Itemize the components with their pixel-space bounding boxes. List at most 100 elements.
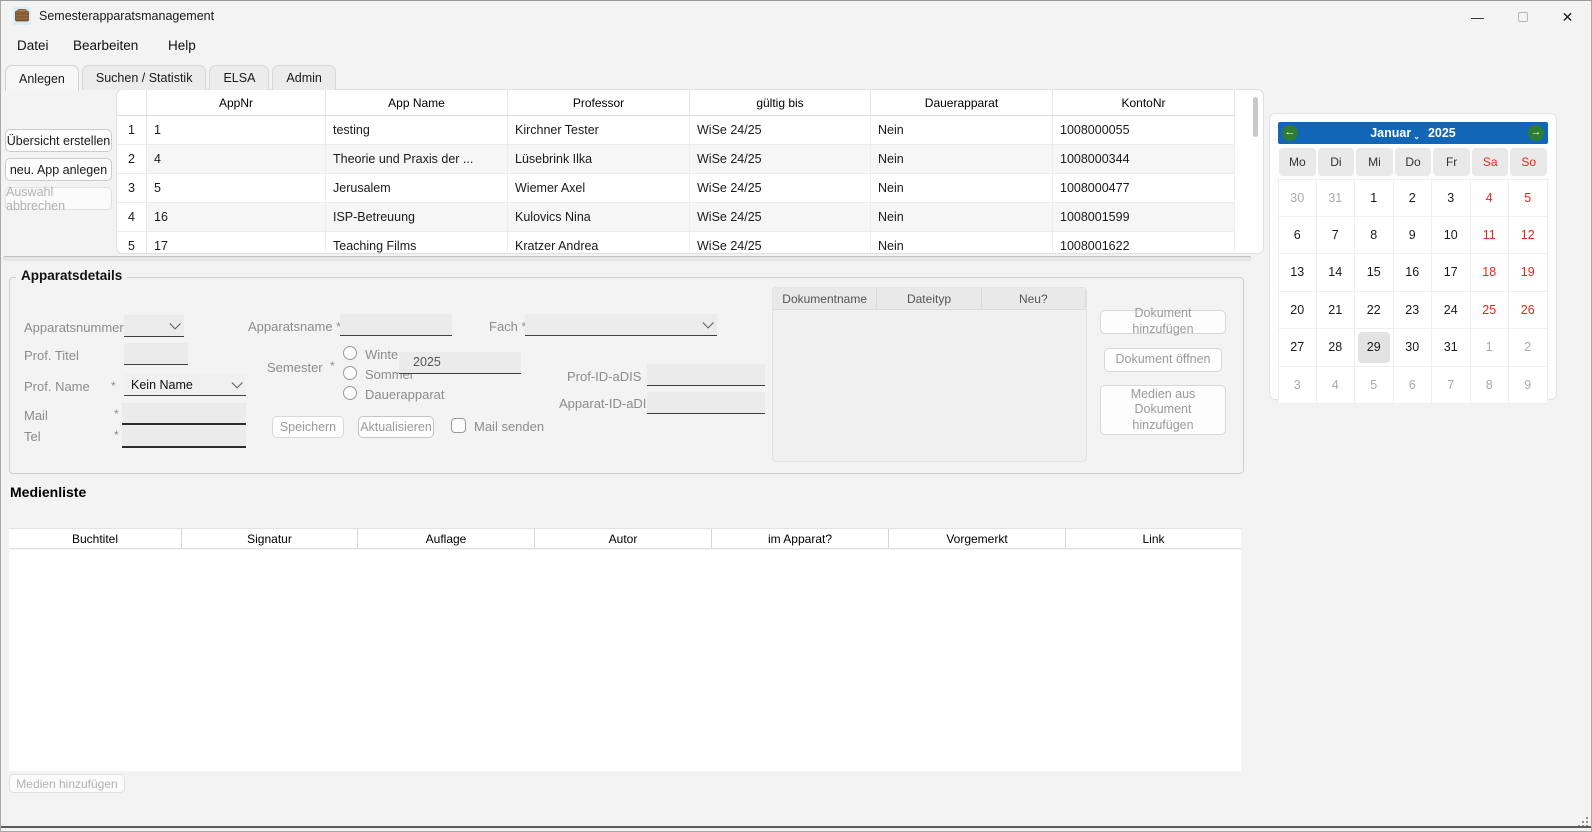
dokument-oeffnen-button[interactable]: Dokument öffnen	[1104, 348, 1222, 372]
prof-titel-input[interactable]	[124, 343, 188, 365]
medien-column-im-apparat?[interactable]: im Apparat?	[712, 529, 889, 548]
semester-year-input[interactable]: 2025	[399, 352, 521, 374]
calendar-next-icon[interactable]: →	[1528, 125, 1544, 141]
column-header-kontonr[interactable]: KontoNr	[1053, 90, 1235, 116]
calendar-day[interactable]: 31	[1317, 179, 1356, 217]
close-button[interactable]: ✕	[1545, 2, 1590, 32]
calendar-day[interactable]: 1	[1355, 179, 1394, 217]
winter-radio[interactable]	[343, 346, 357, 360]
column-header-g-ltig-bis[interactable]: gültig bis	[690, 90, 871, 116]
table-row[interactable]: 517Teaching FilmsKratzer AndreaWiSe 24/2…	[117, 232, 1263, 254]
maximize-button[interactable]	[1500, 2, 1545, 32]
calendar-day[interactable]: 11	[1471, 217, 1510, 255]
calendar-day[interactable]: 30	[1394, 329, 1433, 367]
calendar-month-year[interactable]: Januar⌄ 2025	[1370, 126, 1456, 140]
calendar-day[interactable]: 3	[1432, 179, 1471, 217]
calendar-day[interactable]: 16	[1394, 254, 1433, 292]
calendar-day[interactable]: 28	[1317, 329, 1356, 367]
calendar-day[interactable]: 15	[1355, 254, 1394, 292]
day-number: 22	[1367, 303, 1381, 317]
mail-input[interactable]	[122, 403, 246, 425]
column-header-professor[interactable]: Professor	[508, 90, 690, 116]
medien-hinzufuegen-button[interactable]: Medien hinzufügen	[9, 774, 125, 793]
calendar-day[interactable]: 9	[1394, 217, 1433, 255]
calendar-day[interactable]: 1	[1471, 329, 1510, 367]
table-row[interactable]: 24Theorie und Praxis der ...Lüsebrink Il…	[117, 145, 1263, 174]
sommer-radio[interactable]	[343, 366, 357, 380]
medien-column-buchtitel[interactable]: Buchtitel	[9, 529, 182, 548]
calendar-day[interactable]: 23	[1394, 292, 1433, 330]
menu-item-bearbeiten[interactable]: Bearbeiten	[73, 38, 138, 53]
medien-column-auflage[interactable]: Auflage	[358, 529, 535, 548]
medien-aus-dokument-button[interactable]: Medien aus Dokument hinzufügen	[1100, 385, 1226, 435]
scrollbar-thumb[interactable]	[1253, 97, 1258, 137]
menu-item-help[interactable]: Help	[168, 38, 196, 53]
aktualisieren-button[interactable]: Aktualisieren	[358, 416, 434, 438]
menu-item-datei[interactable]: Datei	[17, 38, 49, 53]
column-header-dauerapparat[interactable]: Dauerapparat	[871, 90, 1053, 116]
medien-column-autor[interactable]: Autor	[535, 529, 712, 548]
calendar-day[interactable]: 2	[1394, 179, 1433, 217]
calendar-day[interactable]: 4	[1317, 367, 1356, 405]
calendar-day[interactable]: 9	[1509, 367, 1548, 405]
calendar-day[interactable]: 17	[1432, 254, 1471, 292]
tab-admin[interactable]: Admin	[272, 65, 335, 90]
calendar-day[interactable]: 4	[1471, 179, 1510, 217]
tab-elsa[interactable]: ELSA	[209, 65, 269, 90]
calendar-day[interactable]: 25	[1471, 292, 1510, 330]
tab-anlegen[interactable]: Anlegen	[5, 65, 79, 91]
calendar-day[interactable]: 8	[1471, 367, 1510, 405]
calendar-day[interactable]: 5	[1509, 179, 1548, 217]
calendar-day[interactable]: 26	[1509, 292, 1548, 330]
sidebar-button-übersicht-erstellen[interactable]: Übersicht erstellen	[5, 129, 112, 152]
dauerapparat-radio[interactable]	[343, 386, 357, 400]
table-row[interactable]: 11testingKirchner TesterWiSe 24/25Nein10…	[117, 116, 1263, 145]
minimize-button[interactable]: —	[1455, 2, 1500, 32]
prof-id-adis-input[interactable]	[647, 364, 765, 386]
tab-suchen-statistik[interactable]: Suchen / Statistik	[82, 65, 207, 90]
horizontal-scrollbar[interactable]	[3, 256, 1251, 261]
calendar-day[interactable]: 5	[1355, 367, 1394, 405]
medien-column-link[interactable]: Link	[1066, 529, 1241, 548]
calendar-day[interactable]: 22	[1355, 292, 1394, 330]
calendar-day[interactable]: 27	[1278, 329, 1317, 367]
column-header-app-name[interactable]: App Name	[326, 90, 508, 116]
calendar-day[interactable]: 6	[1394, 367, 1433, 405]
tel-input[interactable]	[122, 426, 246, 448]
calendar-day[interactable]: 12	[1509, 217, 1548, 255]
calendar-day[interactable]: 8	[1355, 217, 1394, 255]
sidebar-button-neu-app-anlegen[interactable]: neu. App anlegen	[5, 158, 112, 181]
calendar-day[interactable]: 20	[1278, 292, 1317, 330]
apparat-id-adis-input[interactable]	[647, 392, 765, 414]
medien-column-signatur[interactable]: Signatur	[182, 529, 358, 548]
sidebar-button-auswahl-abbrechen[interactable]: Auswahl abbrechen	[5, 187, 112, 210]
table-row[interactable]: 416ISP-BetreuungKulovics NinaWiSe 24/25N…	[117, 203, 1263, 232]
calendar-day[interactable]: 13	[1278, 254, 1317, 292]
dokument-hinzufuegen-button[interactable]: Dokument hinzufügen	[1100, 310, 1226, 334]
calendar-day[interactable]: 31	[1432, 329, 1471, 367]
calendar-day[interactable]: 24	[1432, 292, 1471, 330]
calendar-day[interactable]: 7	[1432, 367, 1471, 405]
apparatsnummer-combobox[interactable]	[124, 315, 184, 337]
calendar-day[interactable]: 10	[1432, 217, 1471, 255]
calendar-day[interactable]: 21	[1317, 292, 1356, 330]
calendar-day[interactable]: 3	[1278, 367, 1317, 405]
calendar-day[interactable]: 19	[1509, 254, 1548, 292]
mail-senden-checkbox[interactable]	[451, 418, 466, 433]
calendar-prev-icon[interactable]: ←	[1282, 125, 1298, 141]
vertical-scrollbar[interactable]	[1253, 95, 1259, 247]
medien-column-vorgemerkt[interactable]: Vorgemerkt	[889, 529, 1066, 548]
calendar-day[interactable]: 6	[1278, 217, 1317, 255]
calendar-day[interactable]: 7	[1317, 217, 1356, 255]
apparatsname-input[interactable]	[340, 314, 452, 336]
speichern-button[interactable]: Speichern	[272, 416, 344, 438]
calendar-day[interactable]: 2	[1509, 329, 1548, 367]
calendar-day[interactable]: 30	[1278, 179, 1317, 217]
fach-combobox[interactable]	[525, 314, 717, 336]
calendar-day[interactable]: 14	[1317, 254, 1356, 292]
column-header-appnr[interactable]: AppNr	[147, 90, 326, 116]
calendar-day-selected[interactable]: 29	[1355, 329, 1394, 367]
calendar-day[interactable]: 18	[1471, 254, 1510, 292]
prof-name-combobox[interactable]: Kein Name	[124, 374, 246, 396]
table-row[interactable]: 35JerusalemWiemer AxelWiSe 24/25Nein1008…	[117, 174, 1263, 203]
